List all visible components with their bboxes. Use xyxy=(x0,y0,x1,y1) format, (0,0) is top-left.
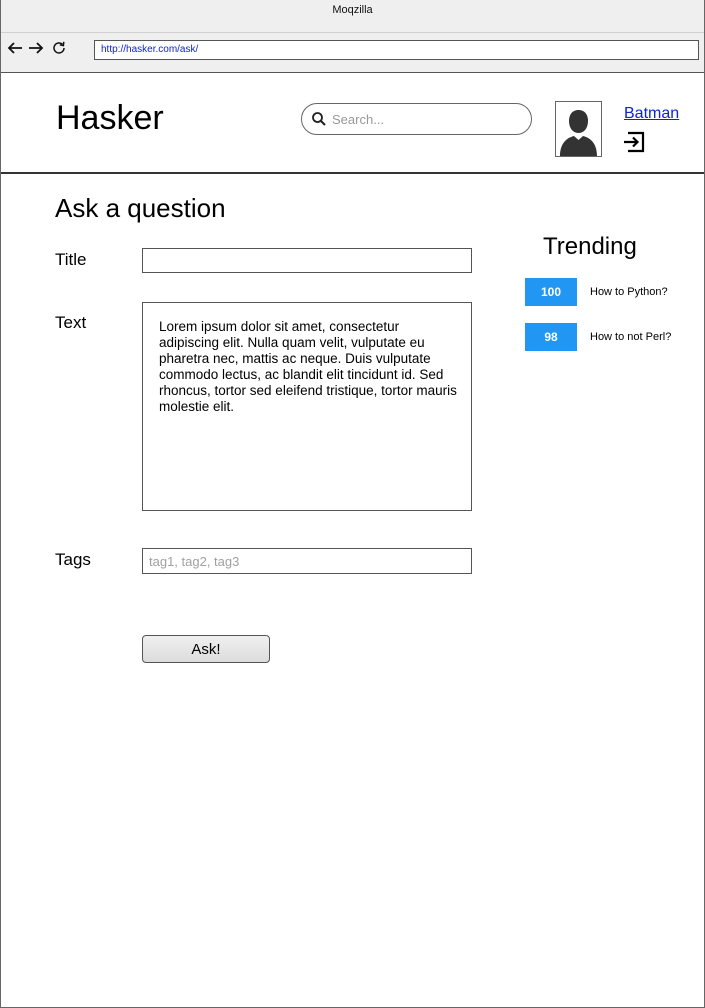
address-bar[interactable]: http://hasker.com/ask/ xyxy=(94,40,699,60)
title-label: Title xyxy=(55,250,87,269)
user-silhouette-icon xyxy=(560,110,597,156)
logout-icon[interactable] xyxy=(622,129,648,155)
site-logo[interactable]: Hasker xyxy=(56,99,164,138)
tags-label: Tags xyxy=(55,550,91,569)
search-icon xyxy=(312,112,326,126)
navigation-bar: http://hasker.com/ask/ xyxy=(1,33,704,73)
ask-button[interactable]: Ask! xyxy=(142,635,270,663)
username-link[interactable]: Batman xyxy=(624,105,679,123)
text-label: Text xyxy=(55,313,87,332)
trending-item[interactable]: 98 How to not Perl? xyxy=(525,323,703,355)
title-bar: Moqzilla xyxy=(1,0,704,33)
trending-score-badge: 98 xyxy=(525,323,577,351)
trending-question-link[interactable]: How to not Perl? xyxy=(590,331,671,343)
window-title: Moqzilla xyxy=(332,4,373,16)
tags-field[interactable] xyxy=(142,548,472,574)
search-box[interactable] xyxy=(301,103,532,135)
site-header: Hasker Batman xyxy=(1,74,704,174)
browser-window: Moqzilla http://hasker.com/ask/ Hasker S… xyxy=(0,0,705,1008)
page-title: Ask a question xyxy=(55,193,226,223)
forward-arrow-icon[interactable] xyxy=(28,40,44,59)
search-input[interactable] xyxy=(330,107,525,131)
back-arrow-icon[interactable] xyxy=(7,40,23,59)
reload-icon[interactable] xyxy=(51,40,67,59)
trending-title: Trending xyxy=(543,233,637,260)
avatar[interactable] xyxy=(555,101,602,157)
trending-item[interactable]: 100 How to Python? xyxy=(525,278,703,310)
question-text-field[interactable]: Lorem ipsum dolor sit amet, consectetur … xyxy=(142,302,472,511)
trending-score-badge: 100 xyxy=(525,278,577,306)
title-field[interactable] xyxy=(142,248,472,273)
trending-question-link[interactable]: How to Python? xyxy=(590,286,668,298)
